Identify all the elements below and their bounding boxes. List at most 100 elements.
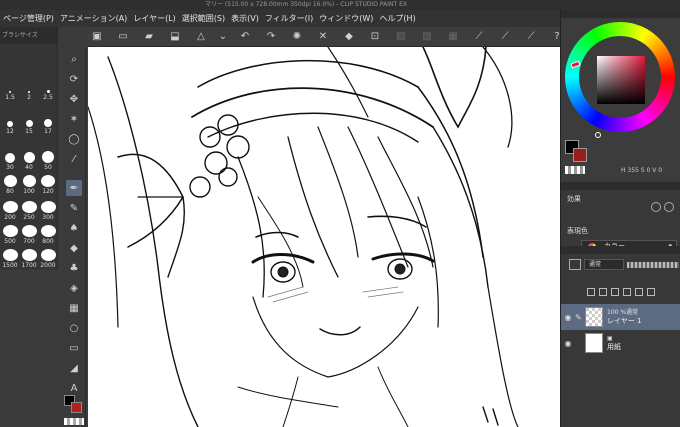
brush-size-2[interactable]: 2 (20, 81, 38, 101)
pencil-icon[interactable]: ✎ (66, 200, 82, 216)
menu-layer[interactable]: レイヤー(L) (130, 13, 178, 24)
brush-size-2.5[interactable]: 2.5 (39, 81, 57, 101)
menu-filter[interactable]: フィルター(I) (262, 13, 316, 24)
figure-icon[interactable]: ○ (66, 320, 82, 336)
mask-icon[interactable] (635, 288, 643, 296)
ruler-tool-icon[interactable]: ◢ (66, 360, 82, 376)
dropdown-icon[interactable]: ⌄ (214, 30, 232, 44)
select-off-icon[interactable]: ▨ (392, 30, 410, 44)
menu-help[interactable]: ヘルプ(H) (376, 13, 418, 24)
eye-icon[interactable]: ◉ (561, 339, 575, 348)
brush-icon[interactable]: ♠ (66, 220, 82, 236)
right-panels: H 355 S 0 V 0 効果 表現色 カラー ▾ 通常 (560, 10, 680, 427)
opacity-slider[interactable] (627, 261, 679, 268)
new-layer-icon[interactable] (647, 288, 655, 296)
brush-size-100[interactable]: 100 (20, 175, 38, 195)
snap-icon[interactable]: ⟋ (496, 30, 514, 44)
brush-size-1700[interactable]: 1700 (20, 249, 38, 269)
brush-size-300[interactable]: 300 (39, 201, 57, 221)
sv-cursor[interactable] (595, 132, 601, 138)
blend-icon[interactable]: ♣ (66, 260, 82, 276)
open-folder-icon[interactable]: ▰ (140, 30, 158, 44)
menu-window[interactable]: ウィンドウ(W) (316, 13, 376, 24)
new-file-icon[interactable]: ▭ (114, 30, 132, 44)
brush-size-200[interactable]: 200 (1, 201, 19, 221)
color-panel-transparent[interactable] (565, 166, 585, 174)
blend-mode-select[interactable]: 通常 (584, 259, 624, 270)
operation-icon[interactable]: ✶ (66, 111, 82, 127)
save-icon[interactable]: ⬓ (166, 30, 184, 44)
paper-icon: ▣ (607, 335, 613, 342)
fill-bucket-icon[interactable]: ◈ (66, 280, 82, 296)
brush-size-2000[interactable]: 2000 (39, 249, 57, 269)
invert-icon[interactable]: ▧ (418, 30, 436, 44)
effect-border-icon[interactable] (651, 202, 661, 212)
title-bar: マリー (515.00 x 728.00mm 350dpi 16.0%) - C… (0, 0, 680, 10)
brush-size-700[interactable]: 700 (20, 225, 38, 245)
eye-icon[interactable]: ◉ (561, 313, 575, 322)
saturation-value-square[interactable] (597, 56, 645, 104)
lasso-icon[interactable]: ◯ (66, 131, 82, 147)
layer-option-icon[interactable] (569, 259, 581, 270)
transparent-color-swatch[interactable] (64, 418, 84, 425)
sketch-lineart (88, 47, 519, 427)
drawing-canvas[interactable] (88, 47, 560, 427)
brush-size-30[interactable]: 30 (1, 151, 19, 171)
effect-label: 効果 (567, 195, 581, 203)
zoom-icon[interactable]: ⌕ (66, 51, 82, 67)
menu-page[interactable]: ページ管理(P) (0, 13, 57, 24)
brush-size-500[interactable]: 500 (1, 225, 19, 245)
window-title: マリー (515.00 x 728.00mm 350dpi 16.0%) - C… (205, 1, 408, 8)
brush-size-17[interactable]: 17 (39, 115, 57, 135)
paper-thumbnail (585, 333, 603, 353)
pen-icon[interactable]: ✒ (66, 180, 82, 196)
move-icon[interactable]: ✥ (66, 91, 82, 107)
layer-row-paper[interactable]: ◉ ▣ 用紙 (561, 330, 680, 356)
pen-edit-icon: ✎ (575, 312, 582, 322)
fill-icon[interactable]: ◆ (340, 30, 358, 44)
lock-icon[interactable] (623, 288, 631, 296)
transform-icon[interactable]: ⊡ (366, 30, 384, 44)
text-icon[interactable]: A (66, 380, 82, 396)
menu-selection[interactable]: 選択範囲(S) (179, 13, 228, 24)
eraser-icon[interactable]: ◆ (66, 240, 82, 256)
export-icon[interactable]: △ (192, 30, 210, 44)
brush-size-12[interactable]: 12 (1, 115, 19, 135)
brush-size-1.5[interactable]: 1.5 (1, 81, 19, 101)
border-icon[interactable]: ▦ (444, 30, 462, 44)
reference-icon[interactable] (599, 288, 607, 296)
sub-color-swatch[interactable] (71, 402, 82, 413)
brush-size-15[interactable]: 15 (20, 115, 38, 135)
redo-icon[interactable]: ↷ (262, 30, 280, 44)
window-icon[interactable]: ▣ (88, 30, 106, 44)
clear-icon[interactable]: ✕ (314, 30, 332, 44)
brush-size-250[interactable]: 250 (20, 201, 38, 221)
clip-studio-window: マリー (515.00 x 728.00mm 350dpi 16.0%) - C… (0, 0, 680, 427)
menu-animation[interactable]: アニメーション(A) (57, 13, 130, 24)
undo-icon[interactable]: ↶ (236, 30, 254, 44)
color-panel-sub-color[interactable] (573, 148, 587, 162)
brush-size-80[interactable]: 80 (1, 175, 19, 195)
brush-size-50[interactable]: 50 (39, 151, 57, 171)
brush-size-800[interactable]: 800 (39, 225, 57, 245)
command-bar: ▣ ▭ ▰ ⬓ △ ⌄ ↶ ↷ ✺ ✕ ◆ ⊡ ▨ ▧ ▦ ⟋ ⟋ ⟋ ? (88, 27, 560, 47)
layer-thumbnail (585, 307, 603, 327)
loading-icon[interactable]: ✺ (288, 30, 306, 44)
effect-tone-icon[interactable] (664, 202, 674, 212)
effect-buttons (651, 202, 674, 212)
snap-special-icon[interactable]: ⟋ (522, 30, 540, 44)
tools-bar: ⌕ ⟳ ✥ ✶ ◯ ⁄ ✒ ✎ ♠ ◆ ♣ ◈ ▦ ○ ▭ ◢ A ♪ (62, 47, 86, 427)
brush-size-palette: ブラシサイズ 1.5 2 2.5 12 15 17 30 40 50 80 10… (0, 27, 58, 270)
draft-icon[interactable] (611, 288, 619, 296)
brush-size-40[interactable]: 40 (20, 151, 38, 171)
gradient-icon[interactable]: ▦ (66, 300, 82, 316)
eyedropper-icon[interactable]: ⁄ (66, 151, 82, 167)
ruler-icon[interactable]: ⟋ (470, 30, 488, 44)
rotate-view-icon[interactable]: ⟳ (66, 71, 82, 87)
menu-view[interactable]: 表示(V) (228, 13, 262, 24)
brush-size-120[interactable]: 120 (39, 175, 57, 195)
layer-row-1[interactable]: ◉ ✎ 100 %通常 レイヤー 1 (561, 304, 680, 330)
clip-icon[interactable] (587, 288, 595, 296)
brush-size-1500[interactable]: 1500 (1, 249, 19, 269)
frame-icon[interactable]: ▭ (66, 340, 82, 356)
